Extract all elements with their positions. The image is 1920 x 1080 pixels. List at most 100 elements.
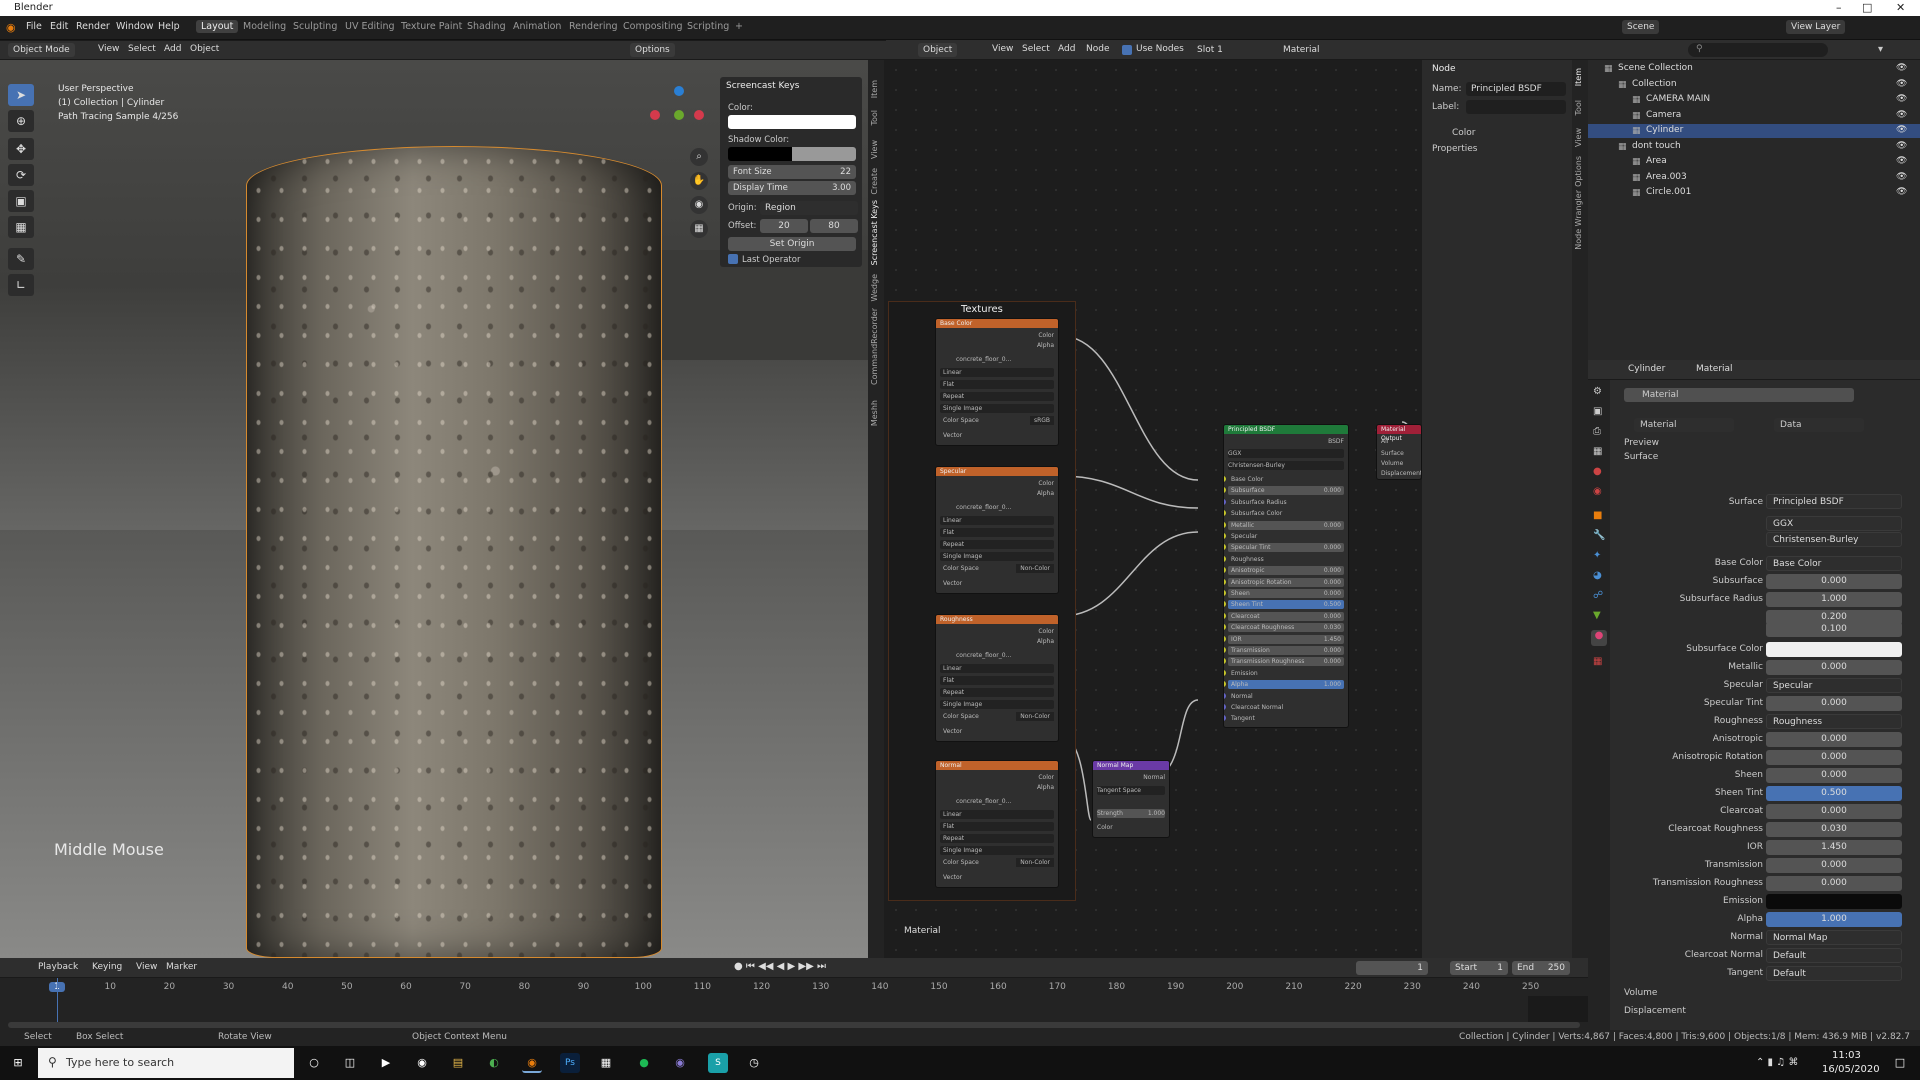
bsdf-input-row[interactable]: Transmission Roughness 0.000 — [1228, 657, 1344, 667]
input-socket[interactable] — [1224, 498, 1226, 505]
cursor-tool-icon[interactable]: ⊕ — [8, 110, 34, 132]
input-socket[interactable] — [1224, 578, 1226, 585]
visibility-eye-icon[interactable]: 👁 — [1896, 141, 1907, 151]
world-props-icon[interactable]: ◉ — [1593, 486, 1602, 497]
tex-option[interactable]: Flat — [940, 528, 1054, 537]
bsdf-distribution[interactable]: GGX — [1228, 449, 1344, 458]
view-layer-props-icon[interactable]: ▦ — [1593, 446, 1602, 457]
bsdf-input-row[interactable]: Base Color — [1228, 475, 1344, 484]
screencast-title[interactable]: Screencast Keys — [726, 81, 800, 91]
cylinder-object[interactable] — [246, 146, 662, 958]
options-dropdown[interactable]: Options — [630, 43, 675, 57]
maximize-icon[interactable]: □ — [1862, 1, 1872, 14]
preview-section[interactable]: Preview — [1624, 438, 1659, 448]
menu-render[interactable]: Render — [76, 21, 110, 32]
bsdf-input-row[interactable]: Clearcoat 0.000 — [1228, 611, 1344, 621]
tex-image-field[interactable]: concrete_floor_0... — [940, 797, 1054, 806]
tex-option[interactable]: Linear — [940, 368, 1054, 377]
playback-controls-icon[interactable]: ● ⏮ ◀◀ ◀ ▶ ▶▶ ⏭ — [734, 961, 826, 972]
tab-uv-editing[interactable]: UV Editing — [340, 20, 400, 33]
outliner-row[interactable]: ▦ Area.003 👁 — [1588, 171, 1920, 185]
input-socket[interactable] — [1224, 510, 1226, 517]
property-value[interactable]: 0.030 — [1766, 822, 1902, 837]
tab-layout[interactable]: Layout — [196, 20, 239, 33]
outliner-row[interactable]: ▦ Collection 👁 — [1588, 78, 1920, 92]
minimize-icon[interactable]: – — [1836, 1, 1842, 14]
spotify-icon[interactable]: ● — [634, 1053, 654, 1073]
property-value[interactable]: 0.000 — [1766, 696, 1902, 711]
node-label-field[interactable] — [1466, 100, 1566, 114]
tray-icons[interactable]: ⌃ ▮ ♫ ⌘ — [1756, 1057, 1798, 1068]
texture-props-icon[interactable]: ▦ — [1593, 656, 1602, 667]
file-explorer-icon[interactable]: ▤ — [448, 1053, 468, 1073]
tex-option[interactable]: Flat — [940, 676, 1054, 685]
bsdf-input-row[interactable]: Transmission 0.000 — [1228, 646, 1344, 655]
node-menu-select[interactable]: Select — [1022, 44, 1050, 54]
property-value[interactable]: 0.000 — [1766, 750, 1902, 765]
set-origin-button[interactable]: Set Origin — [728, 237, 856, 251]
bsdf-input-row[interactable]: Metallic 0.000 — [1228, 520, 1344, 530]
tab-shading[interactable]: Shading — [462, 20, 511, 33]
input-socket[interactable] — [1224, 567, 1226, 574]
tex-option[interactable]: Repeat — [940, 834, 1054, 843]
property-value[interactable]: Normal Map — [1766, 930, 1902, 945]
property-value[interactable]: 1.450 — [1766, 840, 1902, 855]
display-time-field[interactable]: Display Time 3.00 — [728, 181, 856, 195]
start-frame-field[interactable]: Start 1 — [1450, 961, 1508, 975]
property-value[interactable]: Roughness — [1766, 714, 1902, 729]
slot-dropdown[interactable]: Slot 1 — [1192, 43, 1228, 57]
transform-tool-icon[interactable]: ▦ — [8, 216, 34, 238]
clock-app-icon[interactable]: ◷ — [744, 1053, 764, 1073]
visibility-eye-icon[interactable]: 👁 — [1896, 125, 1907, 135]
property-value[interactable]: 1.000 — [1766, 592, 1902, 607]
render-props-icon[interactable]: ▣ — [1593, 406, 1602, 417]
input-socket[interactable] — [1224, 533, 1226, 539]
property-value[interactable] — [1766, 642, 1902, 657]
property-value[interactable]: Default — [1766, 948, 1902, 963]
tex-option[interactable]: Repeat — [940, 688, 1054, 697]
tab-scripting[interactable]: Scripting — [682, 20, 734, 33]
tex-image-field[interactable]: concrete_floor_0... — [940, 651, 1054, 660]
tex-colorspace[interactable]: Color Space sRGB — [940, 416, 1054, 425]
node-tab-node-wrangler[interactable]: Node Wrangler — [1574, 190, 1583, 250]
input-socket[interactable] — [1224, 521, 1226, 528]
bsdf-input-row[interactable]: Clearcoat Normal — [1228, 703, 1344, 712]
material-output-node[interactable]: Material Output All Surface Volume Displ… — [1376, 424, 1422, 480]
tab-meshh[interactable]: Meshh — [870, 400, 879, 426]
tex-option[interactable]: Single Image — [940, 552, 1054, 561]
tex-image-field[interactable]: concrete_floor_0... — [940, 503, 1054, 512]
material-selector[interactable]: Material — [1278, 43, 1388, 57]
timeline-scrollbar[interactable] — [8, 1022, 1580, 1028]
property-value[interactable]: 0.000 — [1766, 876, 1902, 891]
scene-props-icon[interactable]: ● — [1593, 466, 1602, 477]
tex-option[interactable]: Linear — [940, 664, 1054, 673]
image-texture-node[interactable]: Base Color Color Alpha concrete_floor_0... L… — [935, 318, 1059, 446]
sublime-icon[interactable]: S — [708, 1053, 728, 1073]
visibility-eye-icon[interactable]: 👁 — [1896, 187, 1907, 197]
bsdf-input-row[interactable]: Tangent — [1228, 714, 1344, 723]
input-socket[interactable] — [1224, 669, 1226, 676]
gizmo-z-icon[interactable] — [674, 86, 684, 96]
tab-sculpting[interactable]: Sculpting — [288, 20, 342, 33]
steam-icon[interactable]: ◉ — [412, 1053, 432, 1073]
visibility-eye-icon[interactable]: 👁 — [1896, 110, 1907, 120]
offset-y-field[interactable]: 80 — [810, 219, 858, 233]
viewport-menu-add[interactable]: Add — [164, 44, 181, 54]
tab-animation[interactable]: Animation — [508, 20, 566, 33]
node-menu-view[interactable]: View — [992, 44, 1013, 54]
outliner-row[interactable]: ▦ Scene Collection 👁 — [1588, 62, 1920, 76]
image-texture-node[interactable]: Normal Color Alpha concrete_floor_0... Linea… — [935, 760, 1059, 888]
displacement-section[interactable]: Displacement — [1624, 1006, 1686, 1016]
tex-option[interactable]: Flat — [940, 822, 1054, 831]
chrome-icon[interactable]: ◐ — [484, 1053, 504, 1073]
timeline-marker[interactable]: Marker — [166, 962, 197, 972]
measure-tool-icon[interactable]: ∟ — [8, 274, 34, 296]
tab-wedge[interactable]: Wedge — [870, 274, 879, 301]
tool-props-icon[interactable]: ⚙ — [1593, 386, 1602, 397]
photoshop-icon[interactable]: Ps — [560, 1053, 580, 1073]
visibility-eye-icon[interactable]: 👁 — [1896, 79, 1907, 89]
tex-option[interactable]: Single Image — [940, 404, 1054, 413]
bsdf-input-row[interactable]: Subsurface 0.000 — [1228, 486, 1344, 496]
blender-taskbar-icon[interactable]: ◉ — [522, 1053, 542, 1073]
use-nodes-label[interactable]: Use Nodes — [1136, 44, 1184, 54]
